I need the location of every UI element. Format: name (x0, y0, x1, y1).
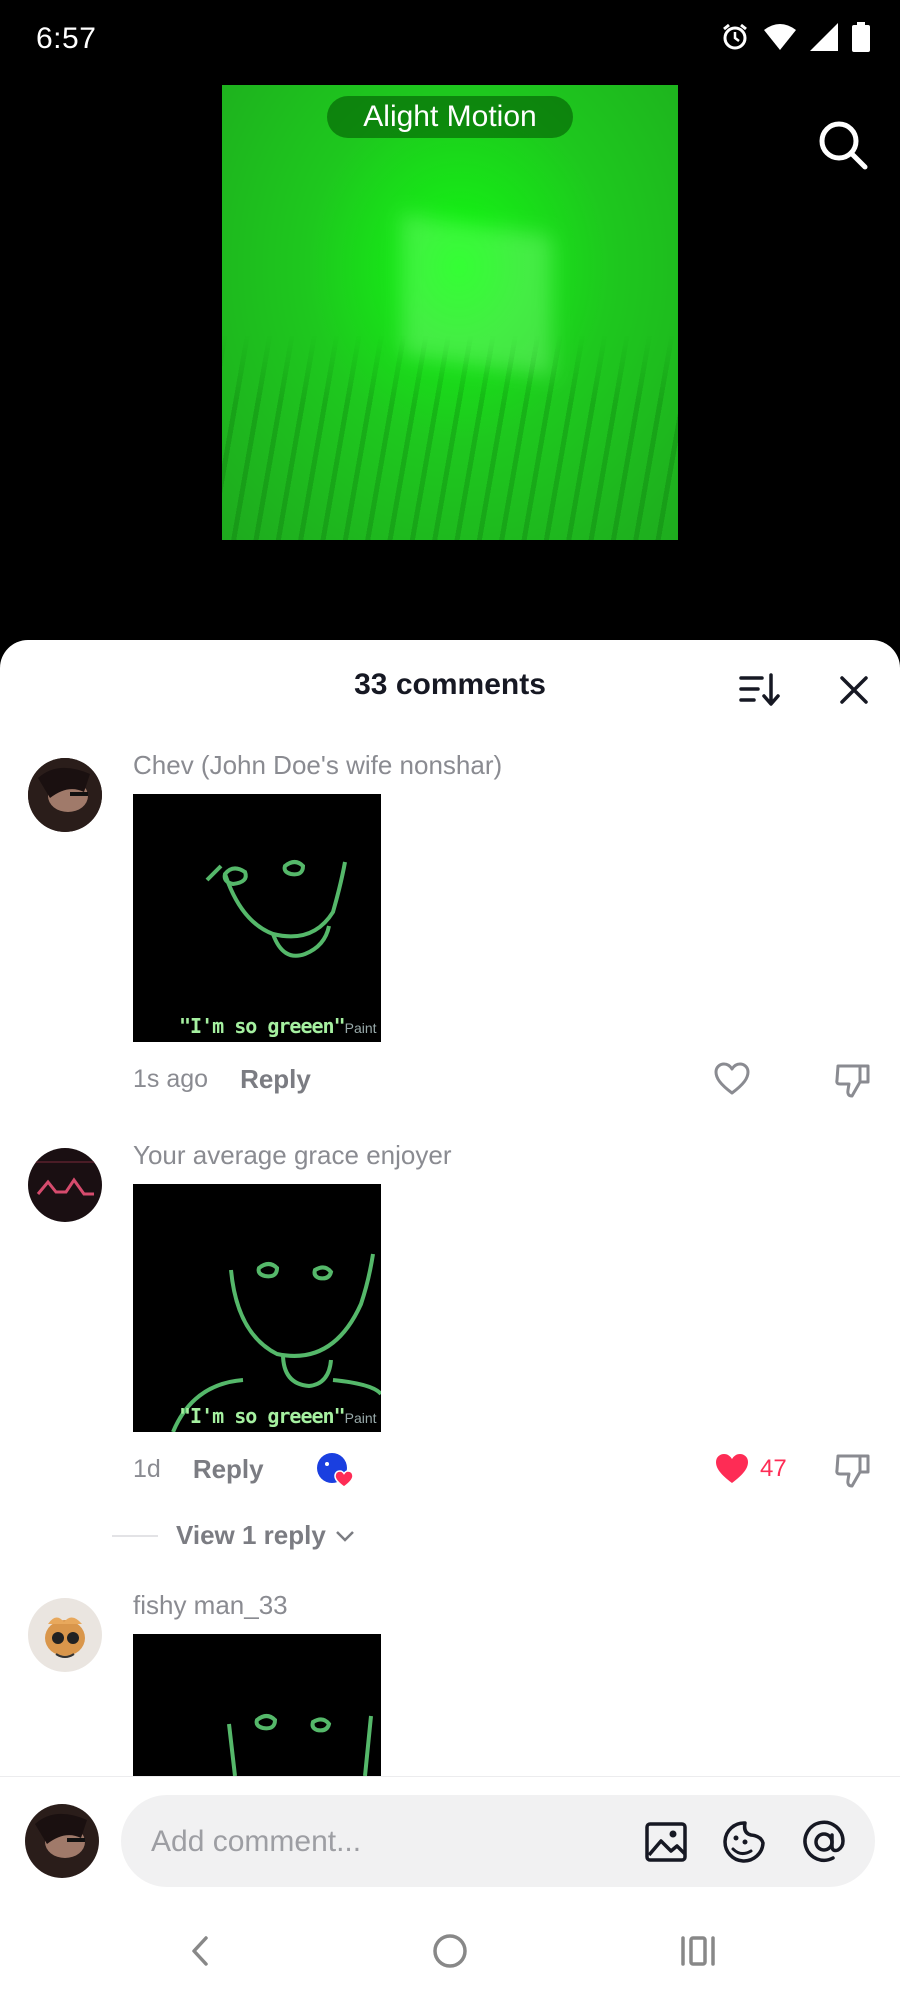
like-count: 47 (760, 1455, 787, 1482)
sort-button[interactable] (738, 670, 782, 710)
thumbs-down-icon (835, 1454, 870, 1488)
emoji-sticker-icon (723, 1821, 765, 1863)
avatar[interactable] (28, 1148, 102, 1222)
reply-button[interactable]: Reply (193, 1454, 264, 1485)
nav-home-button[interactable] (425, 1926, 475, 1976)
comment-input-container (121, 1795, 875, 1889)
dislike-button[interactable] (834, 1452, 872, 1495)
like-button[interactable]: 47 (714, 1452, 787, 1486)
comment-meta: 1d Reply (133, 1454, 264, 1485)
dislike-button[interactable] (834, 1062, 872, 1105)
sticker-app-label: Paint (344, 1020, 377, 1036)
thumbs-down-icon (835, 1064, 870, 1098)
like-button[interactable] (714, 1062, 750, 1096)
comment-time: 1d (133, 1455, 161, 1483)
back-icon (192, 1936, 208, 1966)
smiley-drawing (205, 860, 347, 958)
view-replies-button[interactable]: View 1 reply (112, 1520, 356, 1551)
avatar-image (28, 1598, 102, 1672)
creator-liked-badge (315, 1450, 355, 1490)
recents-icon (681, 1936, 715, 1966)
heart-outline-icon (714, 1062, 750, 1095)
sticker-caption-text: "I'm so greeen" (179, 1014, 346, 1038)
chevron-down-icon (335, 1530, 354, 1542)
wifi-icon (764, 24, 796, 50)
image-icon (645, 1822, 687, 1862)
avatar[interactable] (28, 1598, 102, 1672)
battery-icon (852, 22, 870, 52)
image-button[interactable] (643, 1819, 689, 1865)
comment-username[interactable]: Chev (John Doe's wife nonshar) (133, 750, 502, 781)
nav-recents-button[interactable] (673, 1926, 723, 1976)
home-icon (433, 1934, 467, 1968)
status-time: 6:57 (36, 22, 97, 55)
search-icon (819, 121, 868, 170)
close-icon (840, 676, 868, 704)
sticker-caption: "I'm so greeen"Paint (179, 1014, 377, 1038)
smiley-drawing (171, 1253, 381, 1432)
comment-time: 1s ago (133, 1065, 209, 1093)
comment-username[interactable]: fishy man_33 (133, 1590, 288, 1621)
signal-icon (810, 23, 838, 51)
heart-filled-icon (716, 1454, 748, 1483)
comment-input-bar (0, 1776, 900, 1897)
creator-heart-icon (317, 1453, 354, 1488)
video-texture (222, 85, 678, 540)
avatar-image (28, 1148, 102, 1222)
avatar[interactable] (28, 758, 102, 832)
comment-username[interactable]: Your average grace enjoyer (133, 1140, 451, 1171)
comment-sticker[interactable] (133, 1634, 381, 1776)
system-nav-bar (0, 1896, 900, 2001)
at-sign-icon (803, 1820, 845, 1862)
comment-sticker[interactable]: "I'm so greeen"Paint (133, 1184, 381, 1432)
view-replies-label: View 1 reply (176, 1520, 326, 1550)
current-user-avatar (25, 1804, 99, 1878)
close-button[interactable] (834, 670, 874, 710)
sticker-caption-text: "I'm so greeen" (179, 1404, 346, 1428)
avatar-image (28, 758, 102, 832)
divider-line (112, 1534, 158, 1537)
alarm-icon (723, 23, 747, 50)
reply-button[interactable]: Reply (240, 1064, 311, 1095)
sticker-button[interactable] (721, 1819, 767, 1865)
avatar-image (25, 1804, 99, 1878)
nav-back-button[interactable] (176, 1926, 226, 1976)
search-button[interactable] (816, 118, 870, 172)
smiley-drawing (227, 1714, 373, 1776)
video-watermark: Alight Motion (327, 96, 573, 138)
sort-icon (739, 673, 780, 706)
mention-button[interactable] (801, 1819, 847, 1865)
status-bar: 6:57 (0, 0, 900, 84)
sticker-caption: "I'm so greeen"Paint (179, 1404, 377, 1428)
comment-meta: 1s ago Reply (133, 1064, 311, 1095)
comment-input[interactable] (149, 1795, 633, 1889)
status-icons (720, 22, 870, 52)
comment-sticker[interactable]: "I'm so greeen"Paint (133, 794, 381, 1042)
sticker-app-label: Paint (344, 1410, 377, 1426)
comments-header: 33 comments (0, 640, 900, 735)
video-player[interactable] (222, 85, 678, 540)
